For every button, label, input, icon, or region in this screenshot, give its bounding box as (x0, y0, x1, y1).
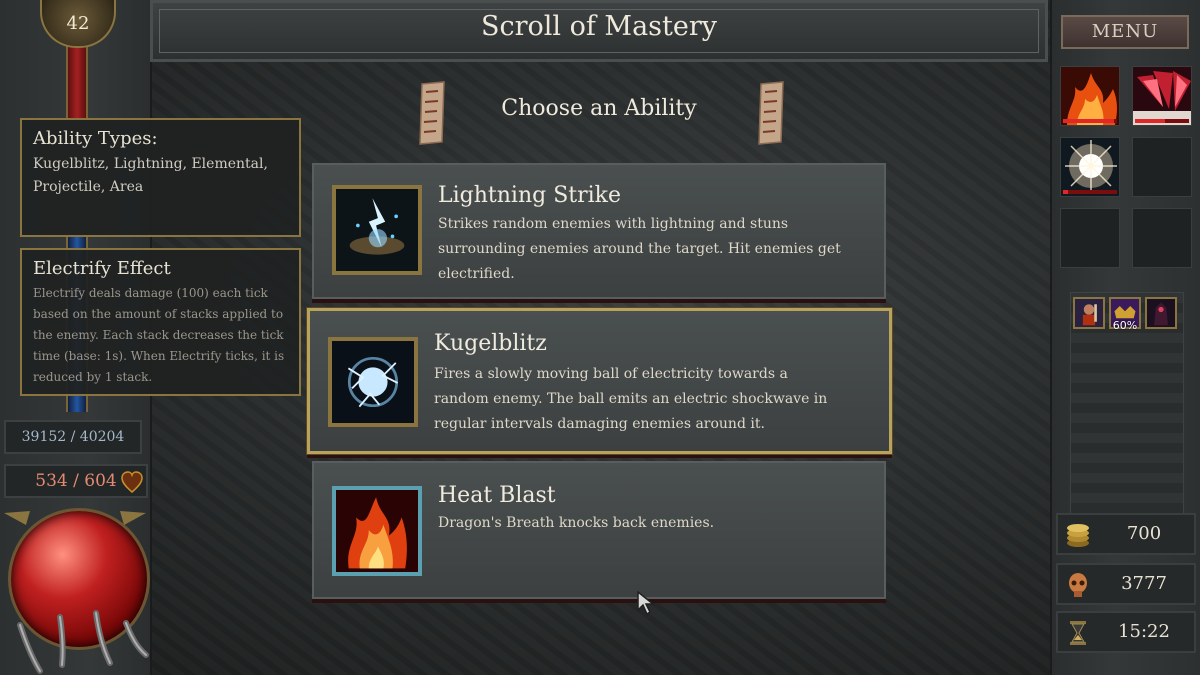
scroll-icon (758, 81, 784, 145)
health-pillar (66, 46, 88, 120)
ability-types-tooltip: Ability Types: Kugelblitz, Lightning, El… (20, 118, 301, 237)
time-counter: 15:22 (1056, 611, 1196, 653)
kugelblitz-icon (328, 337, 418, 427)
ability-card-heat-blast[interactable]: Heat Blast Dragon's Breath knocks back e… (312, 461, 886, 599)
kill-value: 3777 (1121, 573, 1167, 594)
ability-name: Lightning Strike (438, 183, 622, 208)
ability-description: Fires a slowly moving ball of electricit… (434, 366, 828, 432)
warrior-buff-icon (1073, 297, 1105, 329)
light-burst-icon (1061, 138, 1119, 196)
xp-value: 39152 / 40204 (21, 429, 125, 445)
fire-icon (1061, 67, 1119, 125)
menu-button[interactable]: MENU (1061, 15, 1189, 49)
orb-claw-frame (4, 511, 149, 674)
ability-slot-2[interactable] (1132, 66, 1192, 126)
ability-slot-3[interactable] (1060, 137, 1120, 197)
page-title: Scroll of Mastery (480, 11, 718, 42)
kill-counter: 3777 (1056, 563, 1196, 605)
ability-card-kugelblitz[interactable]: Kugelblitz Fires a slowly moving ball of… (307, 308, 892, 454)
ability-slot-empty[interactable] (1132, 208, 1192, 268)
cooldown-bar (1063, 119, 1117, 123)
mouse-cursor-icon (637, 590, 656, 616)
skull-icon (1069, 573, 1087, 597)
level-value: 42 (66, 12, 90, 34)
gold-coins-icon (1067, 524, 1089, 547)
shadow-buff-icon (1145, 297, 1177, 329)
effect-tooltip: Electrify Effect Electrify deals damage … (20, 248, 301, 396)
fire-icon (332, 486, 422, 576)
ability-description: Dragon's Breath knocks back enemies. (438, 515, 715, 531)
cooldown-bar (1135, 119, 1189, 123)
hourglass-icon (1070, 621, 1086, 645)
tooltip-body: Electrify deals damage (100) each tick b… (33, 286, 285, 384)
ability-name: Heat Blast (438, 483, 556, 508)
ability-name: Kugelblitz (434, 331, 547, 356)
tooltip-title: Ability Types: (33, 128, 158, 149)
lightning-strike-icon (332, 185, 422, 275)
ability-slot-1[interactable] (1060, 66, 1120, 126)
health-counter: 534 / 604 (4, 464, 148, 498)
tooltip-body: Kugelblitz, Lightning, Elemental, Projec… (33, 156, 268, 195)
ability-card-lightning-strike[interactable]: Lightning Strike Strikes random enemies … (312, 163, 886, 299)
gold-counter: 700 (1056, 513, 1196, 555)
dragon-breath-icon (1133, 67, 1191, 125)
hp-value: 534 / 604 (35, 471, 117, 491)
buff-percent: 60% (1112, 319, 1138, 332)
experience-counter: 39152 / 40204 (4, 420, 142, 454)
tooltip-title: Electrify Effect (33, 258, 171, 279)
gold-value: 700 (1126, 523, 1162, 544)
ability-slot-empty[interactable] (1132, 137, 1192, 197)
cooldown-bar (1063, 190, 1117, 194)
time-value: 15:22 (1118, 621, 1170, 642)
title-banner: Scroll of Mastery (150, 0, 1048, 62)
heart-icon (121, 471, 143, 493)
ability-slot-empty[interactable] (1060, 208, 1120, 268)
ability-description: Strikes random enemies with lightning an… (438, 216, 841, 282)
choose-ability-heading: Choose an Ability (501, 96, 697, 121)
